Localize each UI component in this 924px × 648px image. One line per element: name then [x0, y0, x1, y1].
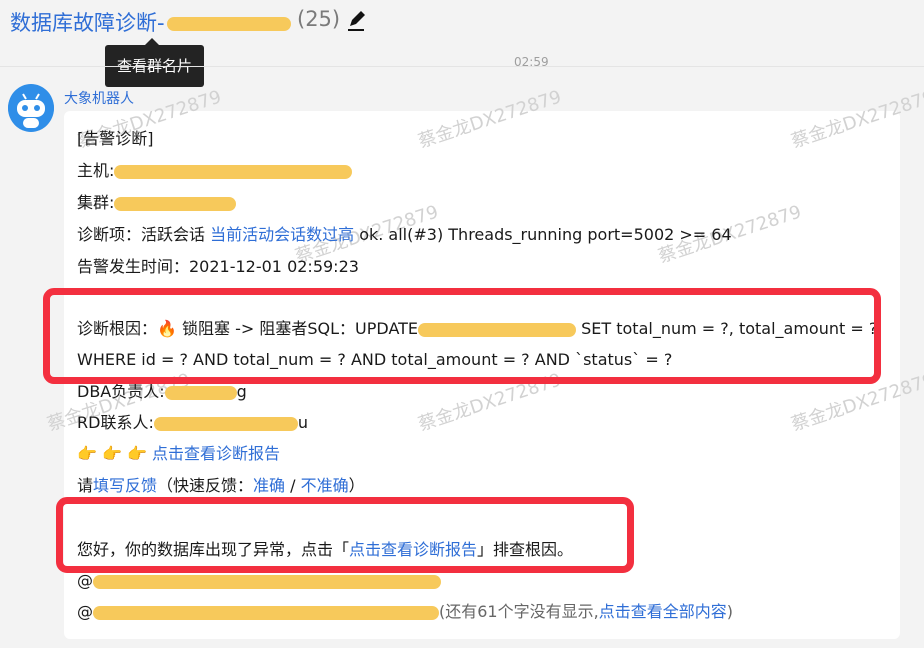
feedback-link[interactable]: 填写反馈: [93, 476, 157, 495]
hand-icons: 👉 👉 👉: [77, 444, 153, 463]
feedback-end: ）: [348, 476, 365, 495]
root-cause-label: 诊断根因：: [77, 319, 158, 338]
redacted-host: [114, 164, 353, 179]
redacted-mentions: [93, 574, 441, 589]
chat-title[interactable]: 数据库故障诊断-: [10, 7, 293, 37]
notice-prefix: 您好，你的数据库出现了异常，点击「: [77, 540, 350, 559]
dba-line: DBA负责人: g: [77, 378, 247, 406]
notice-suffix: 」排查根因。: [477, 540, 574, 559]
report-link[interactable]: 点击查看诊断报告: [152, 444, 280, 463]
diagnosis-item-text: ok. all(#3) Threads_running port=5002 >=…: [354, 225, 732, 244]
alarm-time: 告警发生时间：2021-12-01 02:59:23: [77, 257, 359, 276]
feedback-separator: /: [285, 476, 301, 495]
root-cause-text: 锁阻塞 -> 阻塞者SQL：UPDATE: [176, 319, 419, 338]
report-line: 👉 👉 👉 点击查看诊断报告: [77, 440, 280, 468]
fire-icon: 🔥: [157, 319, 177, 338]
cluster-line: 集群:: [77, 189, 237, 217]
root-cause-line: 诊断根因：🔥 锁阻塞 -> 阻塞者SQL：UPDATE SET total_nu…: [77, 315, 877, 343]
mention-line: @: [77, 567, 441, 595]
redacted-dba: [164, 385, 237, 400]
rd-label: RD联系人:: [77, 413, 154, 432]
redacted-rd: [153, 416, 298, 431]
feedback-middle: （快速反馈：: [157, 476, 254, 495]
diagnosis-item-line: 诊断项：活跃会话 当前活动会话数过高 ok. all(#3) Threads_r…: [77, 221, 732, 249]
robot-icon: [8, 85, 54, 131]
more-mentions-line: @ (还有61个字没有显示,点击查看全部内容): [77, 598, 733, 626]
redacted-table: [418, 322, 577, 337]
member-count: (25): [297, 7, 341, 31]
dba-label: DBA负责人:: [77, 382, 165, 401]
redacted-cluster: [114, 196, 237, 211]
host-line: 主机:: [77, 157, 353, 185]
diagnosis-item-label: 诊断项：活跃会话: [77, 225, 211, 244]
notice-line: 您好，你的数据库出现了异常，点击「点击查看诊断报告」排查根因。: [77, 536, 573, 564]
mention-prefix: @: [77, 571, 93, 590]
sender-name[interactable]: 大象机器人: [64, 88, 134, 108]
root-cause-sql: SET total_num = ?, total_amount = ?: [576, 319, 878, 338]
feedback-prefix: 请: [77, 476, 94, 495]
active-sessions-link[interactable]: 当前活动会话数过高: [210, 225, 354, 244]
robot-avatar[interactable]: [8, 84, 54, 132]
alarm-title: [告警诊断]: [77, 129, 154, 148]
accurate-link[interactable]: 准确: [253, 476, 285, 495]
more-mentions-prefix: @: [77, 602, 93, 621]
chat-title-text: 数据库故障诊断-: [10, 11, 165, 35]
show-all-link[interactable]: 点击查看全部内容: [599, 602, 727, 621]
hidden-count-end: ): [726, 602, 733, 621]
chat-header: 数据库故障诊断- (25) 查看群名片 02:59: [0, 0, 924, 87]
feedback-line: 请填写反馈（快速反馈：准确 / 不准确）: [77, 472, 365, 500]
hidden-count: (还有61个字没有显示,: [439, 602, 599, 621]
notice-report-link[interactable]: 点击查看诊断报告: [349, 540, 477, 559]
edit-icon[interactable]: [346, 8, 368, 32]
cluster-label: 集群:: [77, 193, 115, 212]
host-label: 主机:: [77, 161, 115, 180]
dba-suffix: g: [236, 382, 247, 401]
header-divider: [0, 66, 924, 67]
inaccurate-link[interactable]: 不准确: [301, 476, 349, 495]
redacted-more-mentions: [93, 605, 439, 620]
root-cause-sql-line: WHERE id = ? AND total_num = ? AND total…: [77, 350, 673, 369]
rd-line: RD联系人: u: [77, 409, 308, 437]
redacted-title-suffix: [166, 17, 291, 31]
rd-suffix: u: [297, 413, 308, 432]
